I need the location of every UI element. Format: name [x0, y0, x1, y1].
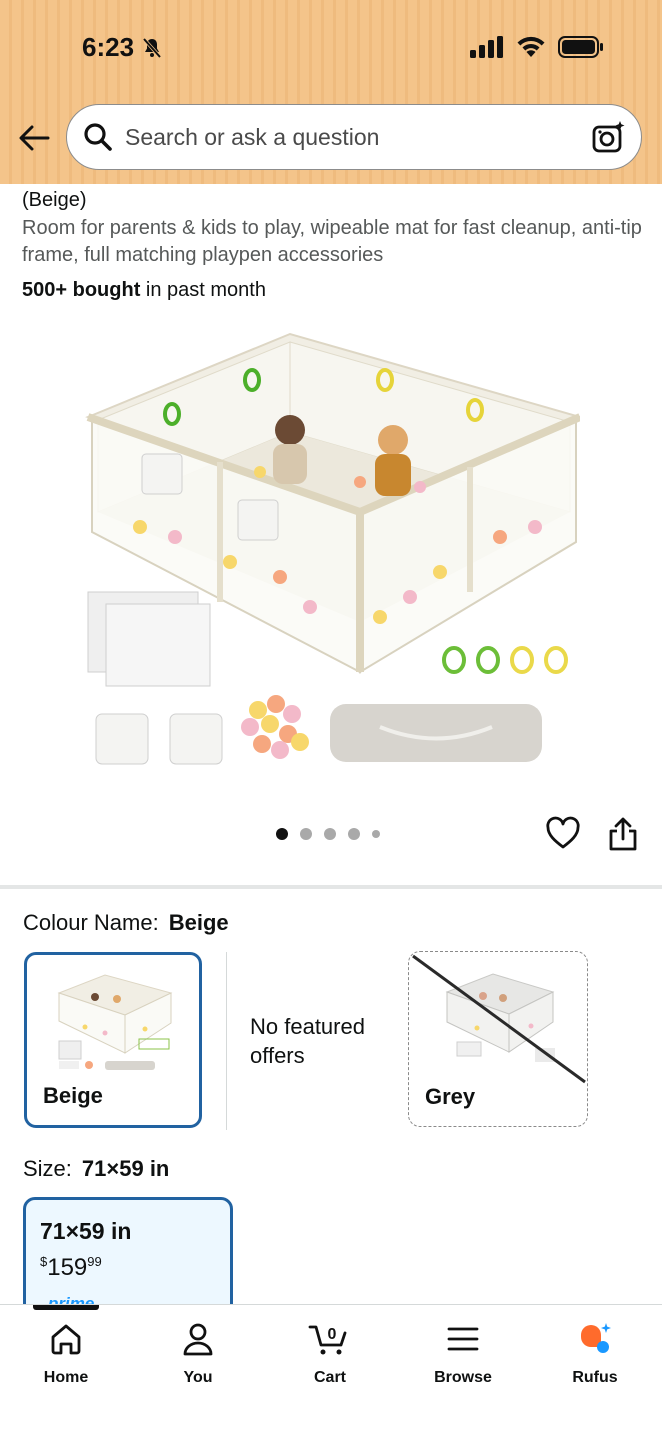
vertical-divider: [226, 952, 227, 1130]
nav-cart[interactable]: 0 Cart: [275, 1321, 385, 1387]
bottom-navigation: Home You 0 Cart Browse Rufus: [0, 1304, 662, 1440]
share-icon[interactable]: [606, 816, 640, 852]
battery-icon: [558, 36, 603, 58]
nav-browse[interactable]: Browse: [408, 1321, 518, 1387]
colour-swatch-grey[interactable]: Grey: [408, 951, 588, 1127]
colour-label: Colour Name: Beige: [23, 910, 229, 936]
carousel-dot[interactable]: [324, 828, 336, 840]
status-time-text: 6:23: [82, 32, 135, 62]
no-featured-offers-text: No featured offers: [250, 1014, 365, 1068]
signal-icon: [470, 36, 503, 58]
wifi-icon: [517, 36, 545, 57]
carousel-dot[interactable]: [300, 828, 312, 840]
status-time: 6:23: [82, 32, 164, 63]
back-button[interactable]: [14, 118, 54, 158]
nav-label: Cart: [313, 1369, 346, 1386]
app-header: 6:23 Search or ask a question: [0, 0, 662, 184]
home-icon: [51, 1324, 81, 1355]
carousel-dot[interactable]: [348, 828, 360, 840]
section-divider: [0, 885, 662, 889]
carousel-dot[interactable]: [372, 830, 380, 838]
product-image[interactable]: [80, 322, 580, 782]
menu-icon: [447, 1327, 479, 1351]
cart-count-badge: 0: [328, 1326, 337, 1343]
nav-label: You: [183, 1369, 213, 1386]
product-color-variant: (Beige): [22, 189, 87, 211]
nav-home[interactable]: Home: [11, 1321, 121, 1387]
swatch-label: Beige: [43, 1083, 103, 1108]
back-arrow-icon: [19, 125, 50, 151]
carousel-dot[interactable]: [276, 828, 288, 840]
swatch-label: Grey: [425, 1084, 476, 1109]
search-bar[interactable]: Search or ask a question: [66, 104, 642, 170]
purchase-count: 500+ bought in past month: [22, 279, 266, 302]
wishlist-heart-icon[interactable]: [545, 816, 581, 852]
search-input[interactable]: Search or ask a question: [125, 124, 591, 151]
product-description: Room for parents & kids to play, wipeabl…: [22, 217, 642, 266]
nav-rufus[interactable]: Rufus: [540, 1321, 650, 1387]
size-label-text: Size:: [23, 1156, 72, 1181]
nav-label: Rufus: [572, 1369, 618, 1386]
price-fraction: 99: [87, 1254, 102, 1269]
nav-label: Browse: [434, 1369, 492, 1386]
size-option-label: 71×59 in: [40, 1218, 132, 1244]
size-label: Size: 71×59 in: [23, 1156, 169, 1182]
status-icons: [470, 36, 604, 58]
nav-label: Home: [43, 1369, 89, 1386]
colour-swatch-beige[interactable]: Beige: [24, 952, 202, 1128]
purchase-count-bold: 500+ bought: [22, 279, 141, 301]
active-tab-indicator: [33, 1305, 99, 1310]
silent-bell-icon: [142, 37, 162, 58]
camera-search-icon[interactable]: [591, 119, 627, 155]
price-whole: 159: [47, 1254, 88, 1281]
person-icon: [183, 1323, 213, 1356]
swatch-thumbnail: [57, 974, 173, 1070]
cart-icon: 0: [308, 1325, 347, 1355]
rufus-icon: [581, 1323, 611, 1353]
purchase-count-rest: in past month: [140, 279, 266, 301]
size-selected-value: 71×59 in: [81, 1156, 170, 1181]
nav-you[interactable]: You: [143, 1321, 253, 1387]
search-icon: [84, 123, 112, 151]
image-carousel-dots[interactable]: [276, 828, 380, 840]
colour-selected-value: Beige: [168, 910, 229, 935]
size-option-price: $15999: [40, 1254, 102, 1282]
colour-label-text: Colour Name:: [23, 910, 159, 935]
